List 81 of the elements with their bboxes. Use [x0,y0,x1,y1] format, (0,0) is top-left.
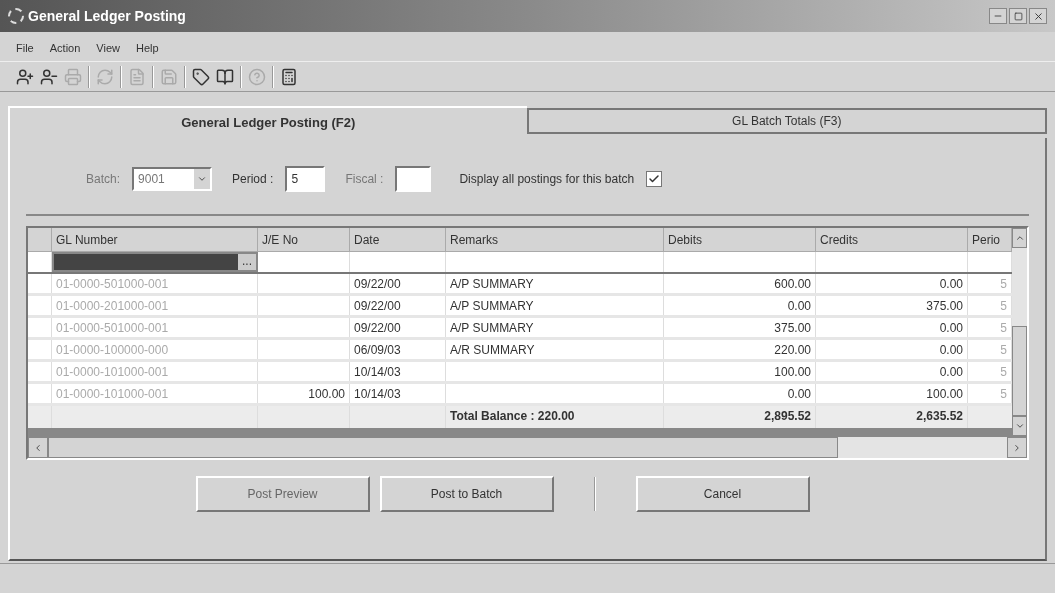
maximize-icon [1013,11,1023,21]
table-cell: 0.00 [816,274,968,293]
table-cell: 09/22/00 [350,296,446,315]
scroll-down-icon [1014,421,1025,431]
menu-item[interactable]: Help [135,40,159,57]
calculator-icon[interactable] [280,67,298,86]
scroll-right-icon [1012,442,1022,453]
table-cell: 01-0000-501000-001 [52,318,258,337]
fiscal-field[interactable] [395,166,432,192]
lookup-button[interactable]: ... [238,254,256,270]
table-cell: A/P SUMMARY [446,296,664,315]
table-cell: 100.00 [664,362,816,381]
fiscal-label: Fiscal : [345,171,384,188]
table-cell: 10/14/03 [350,362,446,381]
table-cell: 09/22/00 [350,318,446,337]
table-cell: 01-0000-101000-001 [52,362,258,381]
close-icon [1032,10,1044,22]
action-button[interactable]: Post to Batch [379,476,554,512]
column-header[interactable]: Credits [816,228,968,251]
window-title: General Ledger Posting [28,6,186,26]
table-cell: 375.00 [816,296,968,315]
table-cell: A/R SUMMARY [446,340,664,359]
table-cell: 01-0000-101000-001 [52,384,258,403]
display-all-label: Display all postings for this batch [459,171,635,188]
user-remove-icon[interactable] [40,67,58,86]
column-header[interactable]: Remarks [446,228,664,251]
scroll-thumb[interactable] [1012,326,1027,416]
menu-item[interactable]: Action [49,40,81,57]
menu-item[interactable]: File [16,40,34,57]
total-debits: 2,895.52 [664,406,816,428]
batch-dropdown[interactable]: 9001 [132,167,213,191]
user-add-icon[interactable] [16,67,34,86]
table-cell: 375.00 [664,318,816,337]
tab[interactable]: General Ledger Posting (F2) [8,106,527,138]
tab[interactable]: GL Batch Totals (F3) [526,108,1047,134]
table-cell: 100.00 [258,384,350,403]
table-cell: 09/22/00 [350,274,446,293]
minimize-button[interactable] [989,8,1007,24]
vertical-scrollbar[interactable] [1012,228,1027,436]
close-button[interactable] [1029,8,1047,24]
table-cell: 600.00 [664,274,816,293]
action-button[interactable]: Cancel [635,476,810,512]
table-cell: 0.00 [664,296,816,315]
table-cell: 0.00 [816,340,968,359]
printer-icon[interactable] [64,67,82,86]
column-header[interactable]: GL Number [52,228,258,251]
table-cell: 10/14/03 [350,384,446,403]
app-icon [8,8,24,24]
book-icon[interactable] [216,67,234,86]
scroll-left-icon [33,442,43,453]
period-field[interactable]: 5 [285,166,326,192]
save-icon[interactable] [160,67,178,86]
tag-icon[interactable] [192,67,210,86]
display-all-checkbox[interactable] [646,171,663,187]
table-cell: 0.00 [816,318,968,337]
total-credits: 2,635.52 [816,406,968,428]
table-cell: 01-0000-201000-001 [52,296,258,315]
table-cell: 0.00 [664,384,816,403]
help-icon[interactable] [248,67,266,86]
column-header[interactable]: Date [350,228,446,251]
table-cell: 01-0000-501000-001 [52,274,258,293]
total-balance: Total Balance : 220.00 [446,406,664,428]
table-cell: 0.00 [816,362,968,381]
batch-label: Batch: [86,171,121,188]
check-icon [648,173,661,185]
scroll-up-icon [1014,233,1025,243]
gl-number-input[interactable]: ... [52,252,258,272]
table-cell: 100.00 [816,384,968,403]
column-header[interactable]: J/E No [258,228,350,251]
table-cell: 220.00 [664,340,816,359]
period-label: Period : [232,171,274,188]
table-cell: A/P SUMMARY [446,318,664,337]
table-cell: A/P SUMMARY [446,274,664,293]
table-cell: 01-0000-100000-000 [52,340,258,359]
menu-item[interactable]: View [96,40,120,57]
scroll-thumb[interactable] [48,437,838,458]
table-cell: 06/09/03 [350,340,446,359]
document-icon[interactable] [128,67,146,86]
column-header[interactable]: Debits [664,228,816,251]
refresh-icon[interactable] [96,67,114,86]
horizontal-scrollbar[interactable] [28,436,1027,458]
